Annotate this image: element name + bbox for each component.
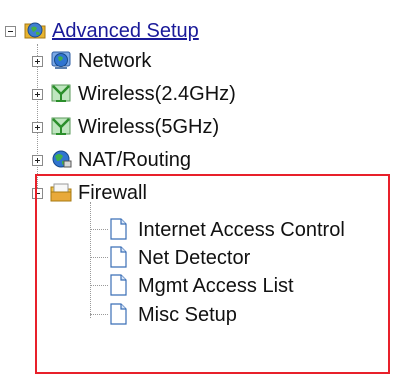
expand-toggle-wireless-5[interactable] <box>32 122 43 133</box>
globe-icon <box>51 51 71 69</box>
expand-toggle-nat-routing[interactable] <box>32 155 43 166</box>
wireless-antenna-icon <box>51 117 71 135</box>
tree-item-advanced-setup[interactable]: Advanced Setup <box>52 19 199 43</box>
tree-item-network[interactable]: Network <box>78 49 151 73</box>
expand-toggle-network[interactable] <box>32 56 43 67</box>
wireless-antenna-icon <box>51 84 71 102</box>
collapse-toggle-advanced-setup[interactable] <box>5 26 16 37</box>
highlight-box <box>35 174 390 374</box>
globe-folder-icon <box>24 22 46 39</box>
expand-toggle-wireless-24[interactable] <box>32 89 43 100</box>
tree-item-nat-routing[interactable]: NAT/Routing <box>78 148 191 172</box>
tree-item-wireless-24ghz[interactable]: Wireless(2.4GHz) <box>78 82 236 106</box>
network-globe-icon <box>52 150 72 168</box>
tree-item-wireless-5ghz[interactable]: Wireless(5GHz) <box>78 115 219 139</box>
